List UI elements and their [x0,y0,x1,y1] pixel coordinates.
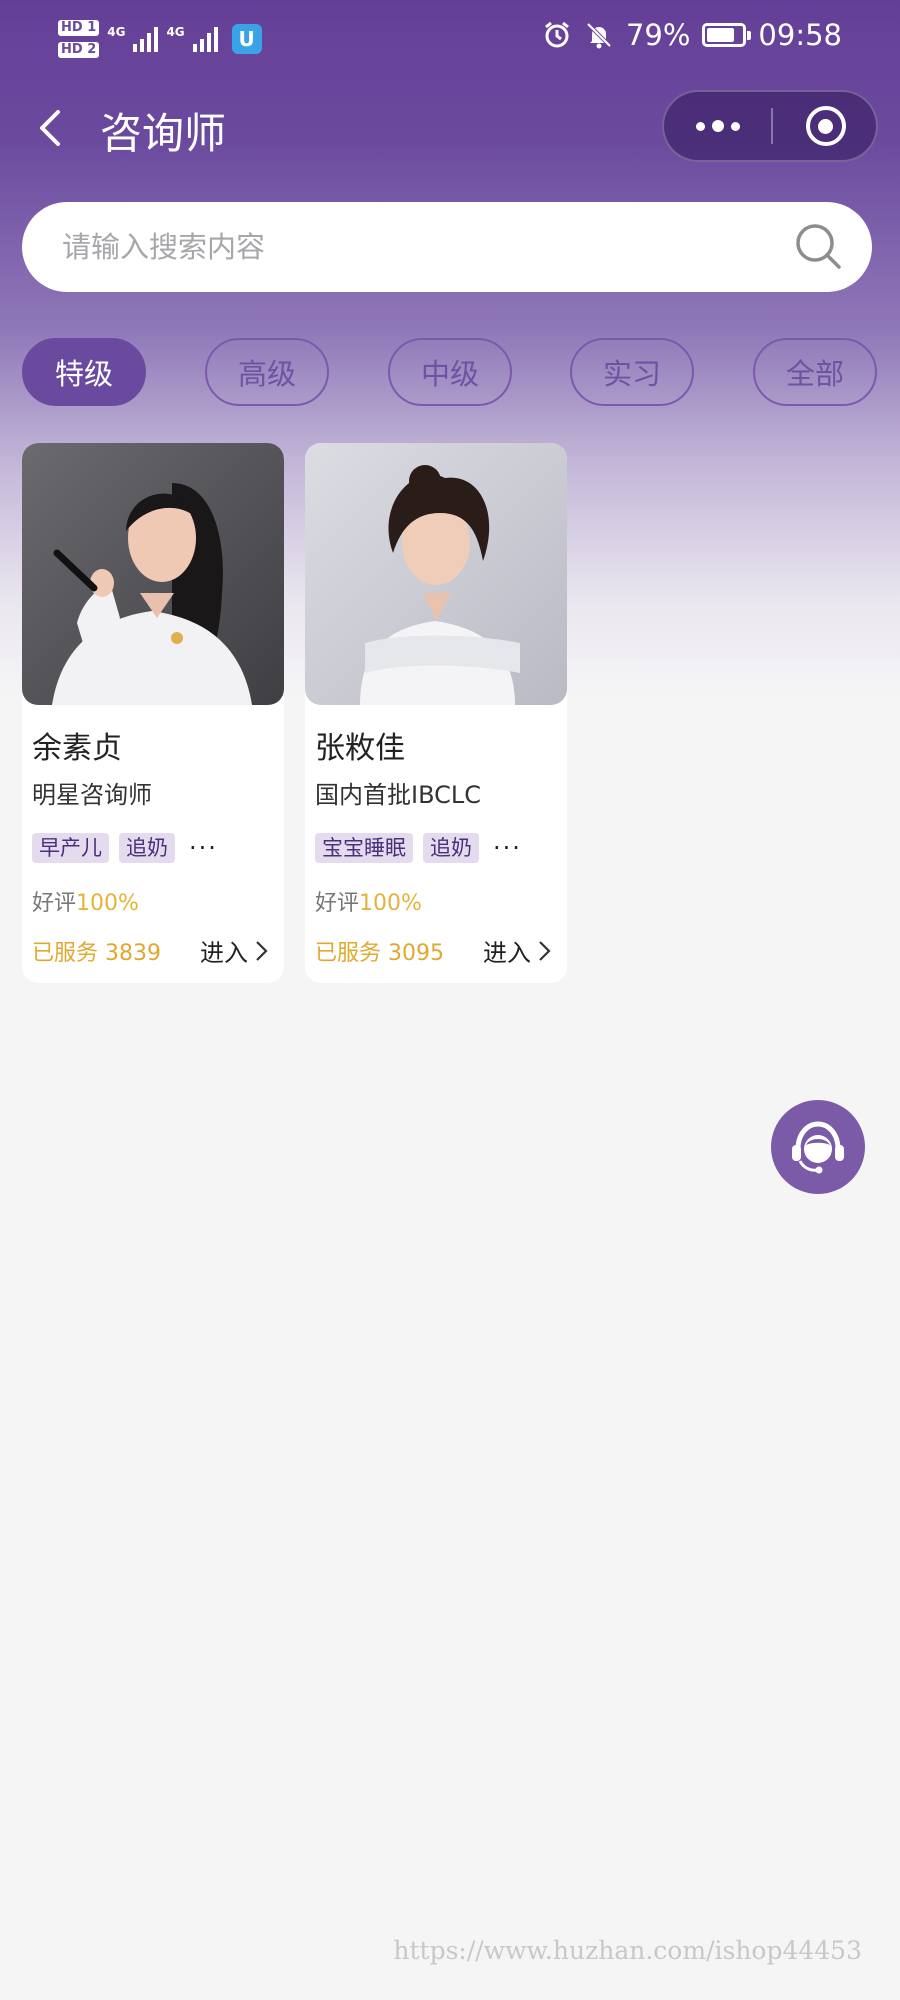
filter-tab-label: 全部 [785,357,844,391]
served-count: 已服务 3095 [315,941,444,966]
enter-button[interactable]: 进入 [483,933,551,968]
rating: 好评100% [32,885,139,917]
rating-label: 好评 [315,891,360,916]
consultant-card[interactable]: 余素贞 明星咨询师 早产儿 追奶 ··· 好评100% 已服务 3839 进入 [22,443,284,983]
consultant-name: 余素贞 [32,731,122,766]
tag: 早产儿 [32,833,109,863]
sim1-label: HD 1 [58,20,100,36]
consultant-title: 明星咨询师 [32,781,152,809]
sim-indicators: HD 1 HD 2 [58,20,100,58]
filter-tab-intermediate[interactable]: 中级 [388,338,512,406]
consultant-photo [305,443,567,705]
search-icon[interactable] [794,222,844,272]
tag: 宝宝睡眠 [315,833,413,863]
status-bar: HD 1 HD 2 4G 4G U 79% 09:58 [0,0,900,80]
consultant-title: 国内首批IBCLC [315,781,482,809]
more-tags-ellipsis: ··· [493,834,522,862]
consultant-name: 张敉佳 [315,731,405,766]
filter-tab-label: 中级 [420,357,479,391]
filter-tab-senior[interactable]: 高级 [205,338,329,406]
consultant-tags: 早产儿 追奶 ··· [32,833,218,863]
served-count: 已服务 3839 [32,941,161,966]
signal-icon-1 [133,26,159,52]
search-bar [22,202,872,292]
consultant-tags: 宝宝睡眠 追奶 ··· [315,833,522,863]
page-title: 咨询师 [100,109,227,158]
close-mini-program-button[interactable] [773,92,878,160]
clock: 09:58 [758,18,842,52]
status-left: HD 1 HD 2 4G 4G U [58,14,262,64]
customer-service-button[interactable] [771,1100,865,1194]
rating-value: 100% [359,891,422,916]
filter-tab-label: 特级 [54,357,113,391]
filter-tab-label: 高级 [237,357,296,391]
chevron-right-icon [256,940,268,961]
nav-bar: 咨询师 [0,86,900,170]
consultant-card[interactable]: 张敉佳 国内首批IBCLC 宝宝睡眠 追奶 ··· 好评100% 已服务 309… [305,443,567,983]
filter-tab-intern[interactable]: 实习 [570,338,694,406]
filter-tab-special[interactable]: 特级 [22,338,146,406]
consultant-photo [22,443,284,705]
filter-tab-label: 实习 [602,357,661,391]
rating-label: 好评 [32,891,77,916]
enter-label: 进入 [483,939,531,967]
enter-label: 进入 [200,939,248,967]
battery-icon [702,23,752,47]
battery-fill [707,28,735,42]
rating: 好评100% [315,885,422,917]
alarm-icon [545,21,569,48]
headset-agent-icon [792,1121,844,1174]
target-icon [805,106,846,146]
network-type-1: 4G [107,25,126,39]
more-tags-ellipsis: ··· [189,834,218,862]
app-notification-icon: U [231,24,262,54]
status-right: 79% 09:58 [542,18,842,52]
signal-icon-2 [192,26,218,52]
mini-program-capsule [662,90,878,162]
back-arrow-icon[interactable] [30,106,74,150]
watermark: https://www.huzhan.com/ishop44453 [393,1936,862,1965]
filter-tab-all[interactable]: 全部 [753,338,877,406]
level-filter-tabs: 特级 高级 中级 实习 全部 [22,338,880,408]
rating-value: 100% [76,891,139,916]
battery-percent: 79% [625,18,691,52]
mute-bell-icon [586,22,612,49]
network-type-2: 4G [166,25,185,39]
tag: 追奶 [119,833,175,863]
sim2-label: HD 2 [58,42,100,58]
more-options-button[interactable] [664,92,771,160]
search-input[interactable] [62,202,762,292]
tag: 追奶 [423,833,479,863]
chevron-right-icon [539,940,551,961]
enter-button[interactable]: 进入 [200,933,268,968]
